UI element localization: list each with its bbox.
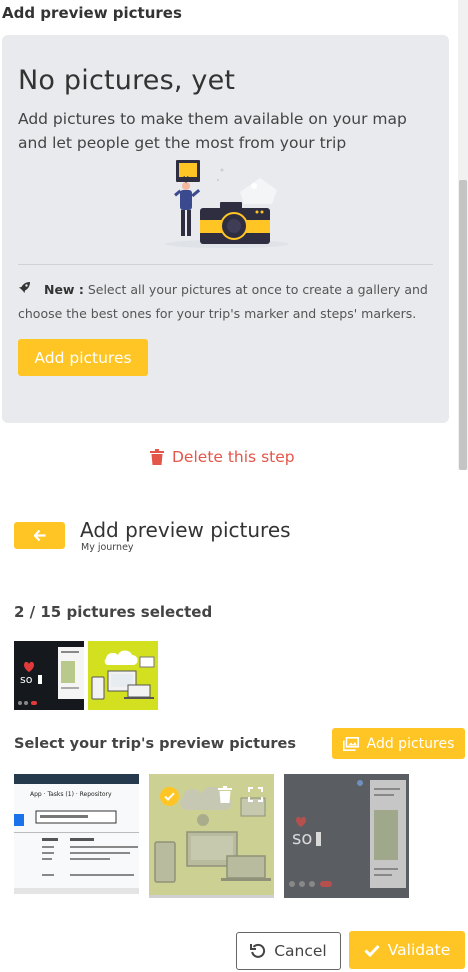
delete-step-label: Delete this step <box>172 448 295 466</box>
images-icon <box>342 736 359 751</box>
preview-pictures-modal: Add preview pictures My journey 2 / 15 p… <box>0 470 468 972</box>
rocket-icon <box>18 278 32 302</box>
trash-icon[interactable] <box>218 786 232 803</box>
journey-name: My journey <box>81 542 134 553</box>
back-button[interactable] <box>14 522 65 549</box>
arrow-left-icon <box>33 530 45 541</box>
divider <box>18 264 433 265</box>
selected-thumbnail-dark-app[interactable]: so <box>14 641 84 710</box>
check-icon <box>364 944 380 957</box>
modal-title: Add preview pictures <box>80 518 291 542</box>
delete-step-link[interactable]: Delete this step <box>150 448 295 466</box>
empty-state-text: Add pictures to make them available on y… <box>18 110 407 152</box>
empty-state-heading: No pictures, yet <box>18 65 236 96</box>
new-label: New : <box>43 282 84 297</box>
scrollbar-thumb[interactable] <box>459 180 467 470</box>
validate-button[interactable]: Validate <box>349 931 465 969</box>
svg-text:so: so <box>292 828 312 849</box>
background-page: Add preview pictures No pictures, yet Ad… <box>0 0 468 470</box>
add-pictures-button[interactable]: Add pictures <box>332 728 465 759</box>
camera-illustration <box>165 160 289 248</box>
expand-icon[interactable] <box>248 787 263 802</box>
gallery-item-dark-app[interactable]: so <box>284 774 409 898</box>
add-pictures-label: Add pictures <box>366 735 455 752</box>
cancel-button[interactable]: Cancel <box>236 932 341 970</box>
cancel-label: Cancel <box>274 942 327 960</box>
svg-text:so: so <box>20 673 33 686</box>
gallery-item-devices[interactable] <box>149 774 274 898</box>
new-feature-note: New : Select all your pictures at once t… <box>18 278 438 326</box>
selected-check-icon[interactable] <box>160 787 179 806</box>
trash-icon <box>150 449 164 465</box>
svg-text:App · Tasks (1) · Repository: App · Tasks (1) · Repository <box>30 791 112 798</box>
choose-preview-label: Select your trip's preview pictures <box>14 736 297 752</box>
selected-count: 2 / 15 pictures selected <box>14 603 213 621</box>
selected-thumbnail-devices[interactable] <box>88 641 158 710</box>
section-title: Add preview pictures <box>2 4 182 22</box>
validate-label: Validate <box>387 941 451 959</box>
add-pictures-button[interactable]: Add pictures <box>18 339 148 376</box>
picture-gallery: App · Tasks (1) · Repository so <box>14 774 454 898</box>
selected-thumbnails: so <box>14 641 158 710</box>
empty-state-card: No pictures, yet Add pictures to make th… <box>2 35 449 423</box>
gallery-item-table-settings[interactable]: App · Tasks (1) · Repository <box>14 774 139 895</box>
undo-icon <box>250 943 266 958</box>
